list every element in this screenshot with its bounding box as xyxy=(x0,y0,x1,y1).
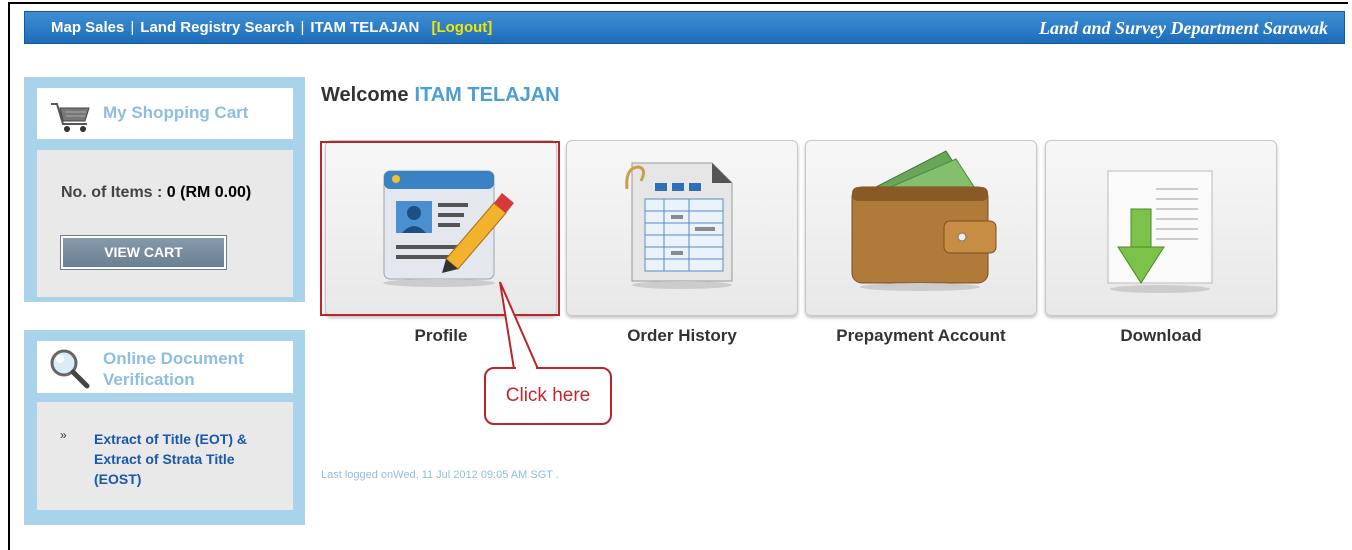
callout-pointer-mask xyxy=(516,366,536,370)
last-login-text: Last logged onWed, 11 Jul 2012 09:05 AM … xyxy=(321,469,559,481)
